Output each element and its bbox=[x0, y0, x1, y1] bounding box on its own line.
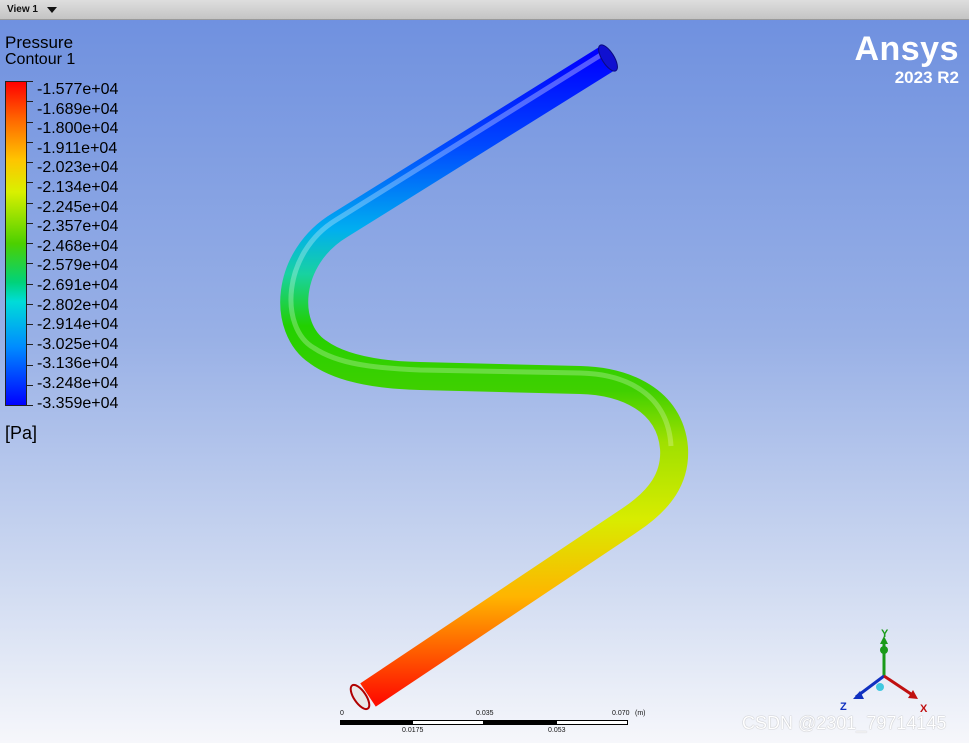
axis-y-label: Y bbox=[881, 628, 889, 640]
scale-label-three-quarter: 0.053 bbox=[548, 727, 566, 734]
axis-triad[interactable]: Y Z X bbox=[840, 628, 928, 715]
scale-label-quarter: 0.0175 bbox=[402, 727, 424, 734]
watermark: CSDN @2301_79714145 bbox=[742, 713, 947, 733]
pipe-pressure-contour-view[interactable]: Y Z X bbox=[0, 0, 969, 743]
scale-label-max: 0.070 bbox=[612, 710, 630, 717]
scale-label-mid: 0.035 bbox=[476, 710, 494, 717]
scale-segment bbox=[340, 720, 412, 725]
scale-segment bbox=[484, 720, 556, 725]
scale-label-0: 0 bbox=[340, 710, 344, 717]
scale-bar: 0 0.035 0.070 (m) 0.0175 0.053 bbox=[340, 710, 646, 740]
scale-unit: (m) bbox=[635, 710, 646, 717]
scale-segment bbox=[412, 720, 484, 725]
scale-segment bbox=[556, 720, 628, 725]
axis-z-label: Z bbox=[840, 701, 847, 713]
